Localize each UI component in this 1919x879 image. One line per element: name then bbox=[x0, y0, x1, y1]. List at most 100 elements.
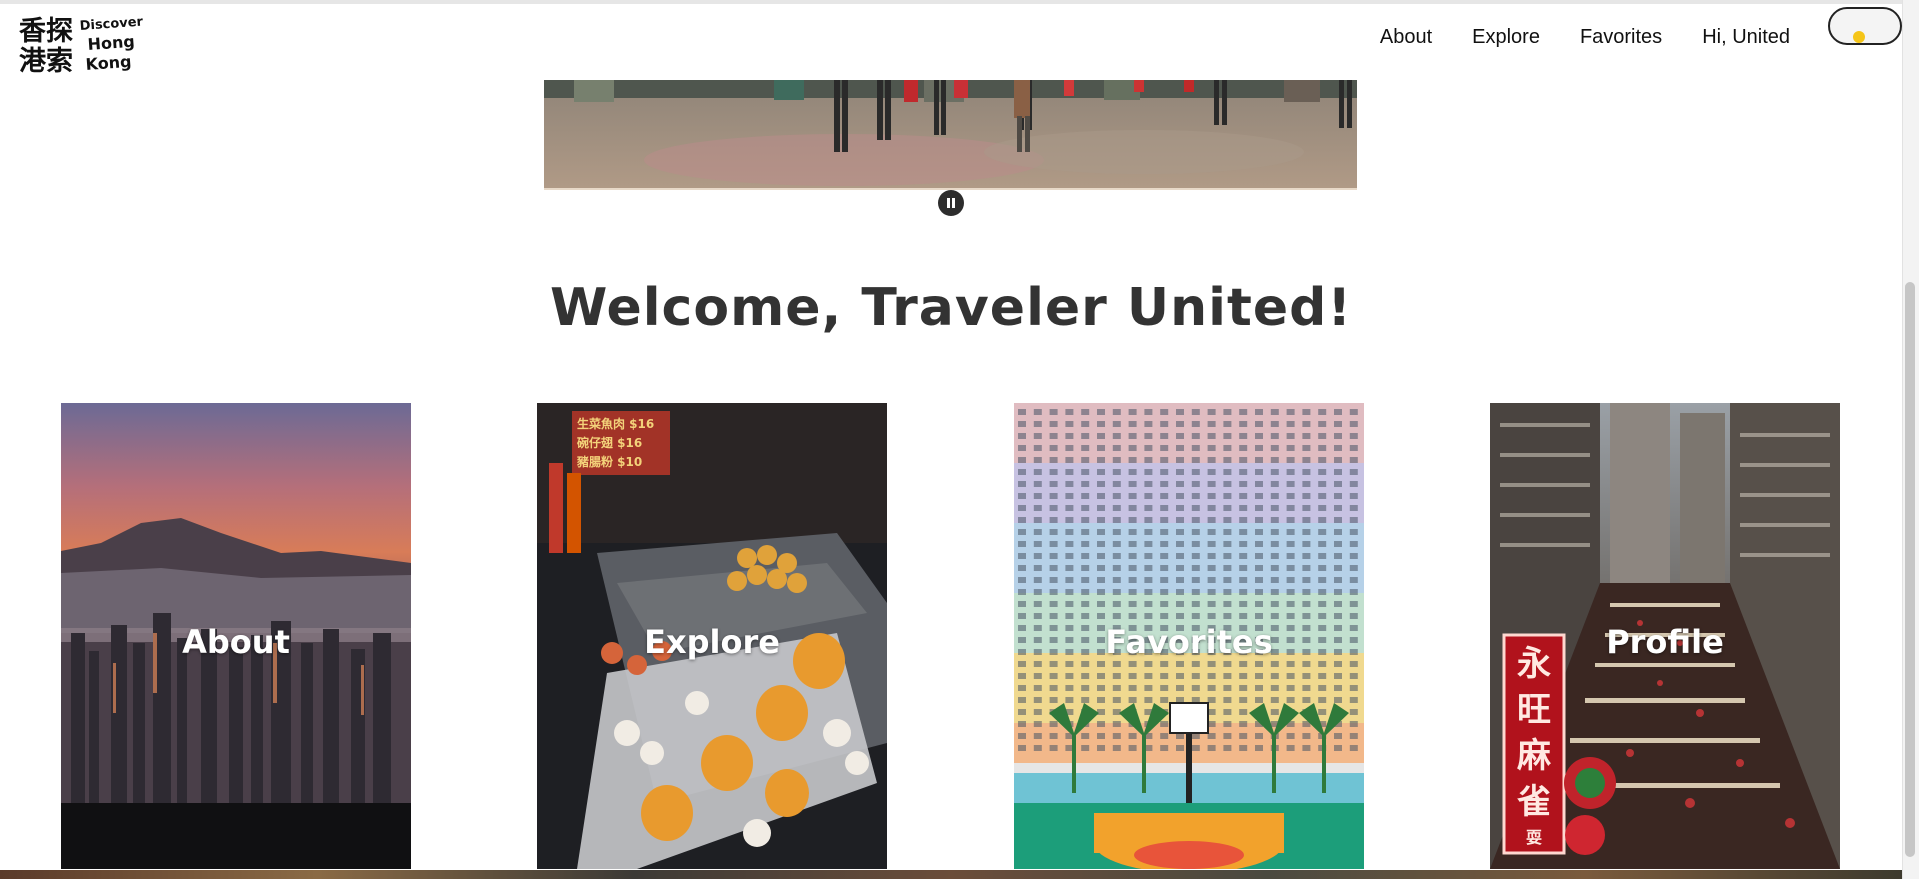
building-window bbox=[1255, 445, 1263, 451]
building-window bbox=[1144, 445, 1153, 451]
building-window bbox=[1097, 409, 1105, 415]
building-window bbox=[1255, 541, 1263, 547]
building-window bbox=[1128, 517, 1137, 523]
building-window bbox=[1302, 517, 1311, 523]
carousel-pause-button[interactable] bbox=[938, 190, 964, 216]
building-window bbox=[1018, 433, 1026, 439]
card-about-label: About bbox=[182, 623, 290, 661]
theme-toggle[interactable] bbox=[1828, 7, 1902, 45]
building-window bbox=[1286, 433, 1295, 439]
building-window bbox=[1049, 673, 1058, 679]
building-window bbox=[1334, 685, 1342, 691]
nav-user-greeting[interactable]: Hi, United bbox=[1702, 26, 1790, 49]
building-window bbox=[1018, 697, 1026, 703]
building-window bbox=[1033, 421, 1042, 427]
building-window bbox=[1176, 565, 1184, 571]
building-window bbox=[1334, 505, 1342, 511]
building-window bbox=[1207, 745, 1216, 751]
site-logo[interactable]: 香探 港索 Discover Hong Kong bbox=[18, 12, 143, 76]
building-window bbox=[1160, 457, 1169, 463]
building-window bbox=[1128, 673, 1137, 679]
building-window bbox=[1334, 541, 1342, 547]
building-window bbox=[1334, 493, 1342, 499]
building-window bbox=[1097, 613, 1105, 619]
building-window bbox=[1239, 685, 1248, 691]
building-window bbox=[1349, 613, 1358, 619]
building-window bbox=[1081, 733, 1090, 739]
pause-icon-bar bbox=[952, 198, 955, 208]
scrollbar-thumb[interactable] bbox=[1905, 282, 1915, 857]
building-window bbox=[1144, 493, 1153, 499]
building-window bbox=[1018, 613, 1026, 619]
building-window bbox=[1191, 685, 1200, 691]
building-window bbox=[1270, 697, 1279, 703]
building-window bbox=[1191, 613, 1200, 619]
building-window bbox=[1018, 457, 1026, 463]
building-window bbox=[1302, 613, 1311, 619]
card-about[interactable]: About bbox=[61, 403, 411, 869]
building-window bbox=[1239, 733, 1248, 739]
building-window bbox=[1207, 505, 1216, 511]
building-window bbox=[1239, 481, 1248, 487]
building-window bbox=[1097, 589, 1105, 595]
building-window bbox=[1239, 577, 1248, 583]
building-window bbox=[1207, 589, 1216, 595]
building-window bbox=[1349, 733, 1358, 739]
building-window bbox=[1018, 661, 1026, 667]
building-window bbox=[1223, 493, 1232, 499]
building-window bbox=[1239, 421, 1248, 427]
nav-explore[interactable]: Explore bbox=[1472, 26, 1540, 49]
card-explore[interactable]: 生菜魚肉 $16 碗仔翅 $16 豬腸粉 $10 Explore bbox=[537, 403, 887, 869]
nav-favorites[interactable]: Favorites bbox=[1580, 26, 1662, 49]
building-window bbox=[1160, 673, 1169, 679]
welcome-heading: Welcome, Traveler United! bbox=[549, 278, 1353, 338]
building-window bbox=[1033, 481, 1042, 487]
building-window bbox=[1018, 589, 1026, 595]
building-window bbox=[1144, 589, 1153, 595]
building-window bbox=[1334, 469, 1342, 475]
building-window bbox=[1081, 409, 1090, 415]
building-window bbox=[1033, 733, 1042, 739]
building-window bbox=[1018, 733, 1026, 739]
building-window bbox=[1144, 541, 1153, 547]
building-window bbox=[1270, 673, 1279, 679]
card-profile[interactable]: 永 旺 麻 雀 耍 Profile bbox=[1490, 403, 1840, 869]
building-window bbox=[1270, 445, 1279, 451]
building-window bbox=[1160, 493, 1169, 499]
pause-icon bbox=[947, 198, 950, 208]
building-window bbox=[1049, 745, 1058, 751]
building-window bbox=[1176, 457, 1184, 463]
building-window bbox=[1286, 745, 1295, 751]
building-window bbox=[1255, 493, 1263, 499]
building-window bbox=[1223, 709, 1232, 715]
building-window bbox=[1223, 661, 1232, 667]
building-window bbox=[1018, 721, 1026, 727]
card-favorites[interactable]: Favorites bbox=[1014, 403, 1364, 869]
building-window bbox=[1049, 529, 1058, 535]
building-window bbox=[1239, 745, 1248, 751]
building-window bbox=[1112, 565, 1121, 571]
building-window bbox=[1270, 433, 1279, 439]
building-window bbox=[1081, 697, 1090, 703]
building-window bbox=[1176, 685, 1184, 691]
card-profile-label: Profile bbox=[1606, 623, 1724, 661]
building-window bbox=[1349, 529, 1358, 535]
building-window bbox=[1191, 589, 1200, 595]
building-window bbox=[1033, 541, 1042, 547]
building-window bbox=[1239, 565, 1248, 571]
building-window bbox=[1097, 469, 1105, 475]
building-window bbox=[1334, 661, 1342, 667]
nav-about[interactable]: About bbox=[1380, 26, 1432, 49]
building-window bbox=[1160, 601, 1169, 607]
building-window bbox=[1302, 445, 1311, 451]
building-window bbox=[1318, 469, 1327, 475]
building-window bbox=[1081, 457, 1090, 463]
building-window bbox=[1223, 481, 1232, 487]
building-window bbox=[1270, 565, 1279, 571]
building-window bbox=[1223, 505, 1232, 511]
building-window bbox=[1049, 541, 1058, 547]
building-window bbox=[1191, 601, 1200, 607]
building-window bbox=[1033, 529, 1042, 535]
stall-sign-line-1: 生菜魚肉 $16 bbox=[577, 416, 654, 431]
building-window bbox=[1223, 445, 1232, 451]
